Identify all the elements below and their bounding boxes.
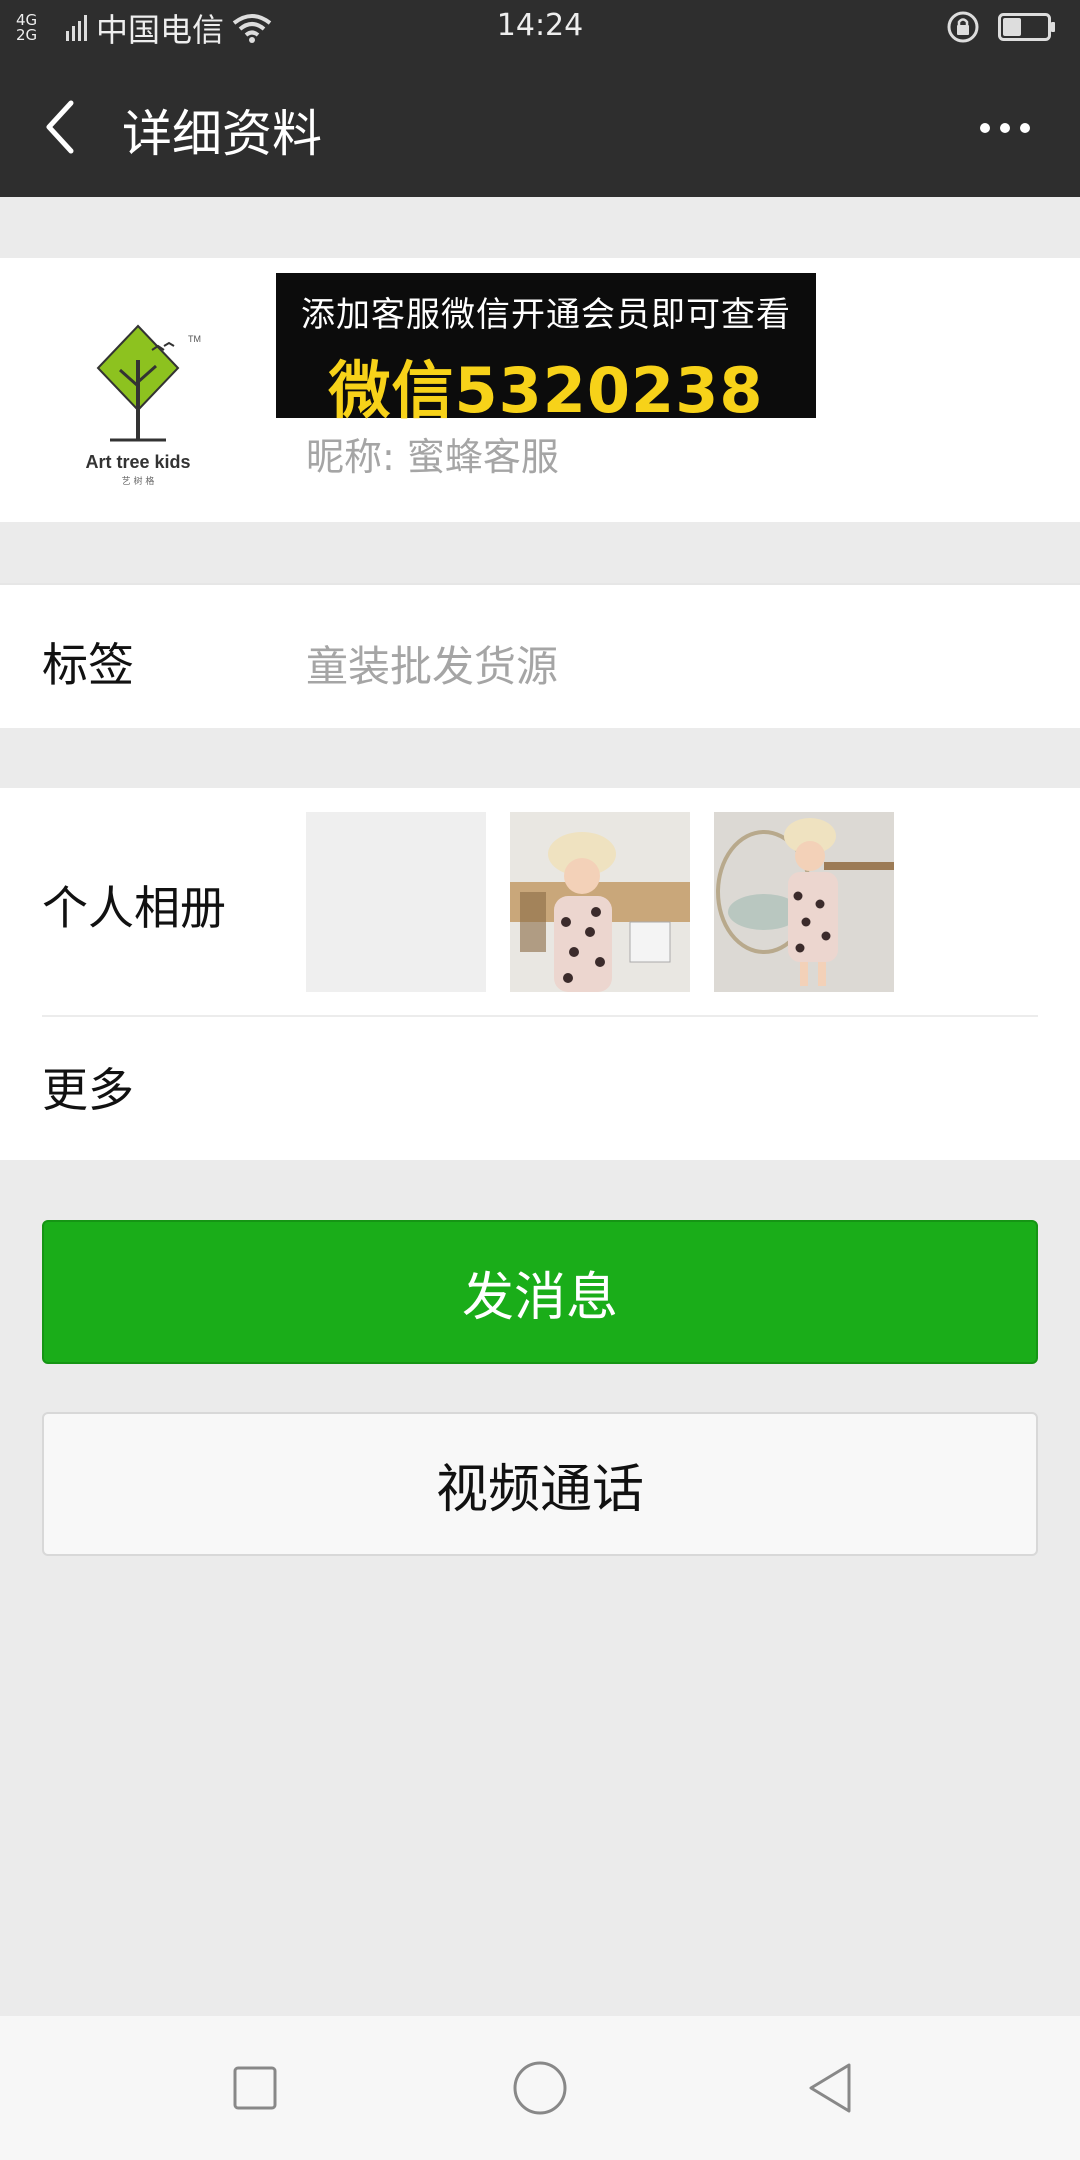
more-options-button[interactable] [970, 98, 1040, 158]
status-right [946, 10, 1056, 44]
promo-banner: 添加客服微信开通会员即可查看 微信5320238 [276, 273, 816, 427]
more-dot-icon [1020, 123, 1030, 133]
album-thumbnails[interactable] [306, 812, 894, 992]
rotation-lock-icon [947, 11, 979, 43]
send-message-button[interactable]: 发消息 [42, 1220, 1038, 1364]
home-button[interactable] [500, 2048, 580, 2128]
status-time: 14:24 [496, 8, 584, 43]
avatar[interactable]: TM Art tree kids 艺 树 格 [40, 290, 236, 487]
circle-icon [513, 2061, 567, 2115]
square-icon [233, 2066, 277, 2110]
tags-row[interactable]: 标签 童装批发货源 [0, 583, 1080, 728]
banner-line1: 添加客服微信开通会员即可查看 [301, 295, 791, 335]
tags-value: 童装批发货源 [306, 642, 559, 691]
album-photo[interactable] [714, 812, 894, 992]
girl-photo-image [510, 812, 690, 992]
recent-apps-button[interactable] [215, 2048, 295, 2128]
profile-card: TM Art tree kids 艺 树 格 添加客服微信开通会员即可查看 微信… [0, 258, 1080, 522]
avatar-logo-text: Art tree kids [85, 452, 190, 472]
album-photo[interactable] [510, 812, 690, 992]
art-tree-kids-logo: TM Art tree kids 艺 树 格 [40, 290, 236, 487]
album-photo-placeholder[interactable] [306, 812, 486, 992]
page-title: 详细资料 [122, 105, 322, 163]
trademark-mark: TM [188, 334, 201, 344]
divider [42, 1015, 1038, 1017]
battery-icon [998, 13, 1055, 41]
nickname: 昵称: 蜜蜂客服 [306, 435, 559, 479]
system-nav-bar [0, 2016, 1080, 2160]
more-label[interactable]: 更多 [42, 1054, 134, 1120]
girl-photo-image [714, 812, 894, 992]
more-dot-icon [1000, 123, 1010, 133]
back-nav-button[interactable] [790, 2048, 870, 2128]
status-bar: 4G 2G 中国电信 14:24 [0, 0, 1080, 56]
album-label: 个人相册 [42, 881, 226, 935]
avatar-logo-subtext: 艺 树 格 [122, 475, 155, 486]
more-dot-icon [980, 123, 990, 133]
banner-wechat-id: 微信5320238 [328, 354, 764, 427]
title-bar: 详细资料 [0, 56, 1080, 197]
chevron-left-icon [46, 100, 74, 154]
back-button[interactable] [30, 90, 90, 164]
video-call-button[interactable]: 视频通话 [42, 1412, 1038, 1556]
triangle-back-icon [809, 2063, 851, 2113]
album-section: 个人相册 更多 [0, 788, 1080, 1160]
tags-label: 标签 [42, 638, 134, 692]
